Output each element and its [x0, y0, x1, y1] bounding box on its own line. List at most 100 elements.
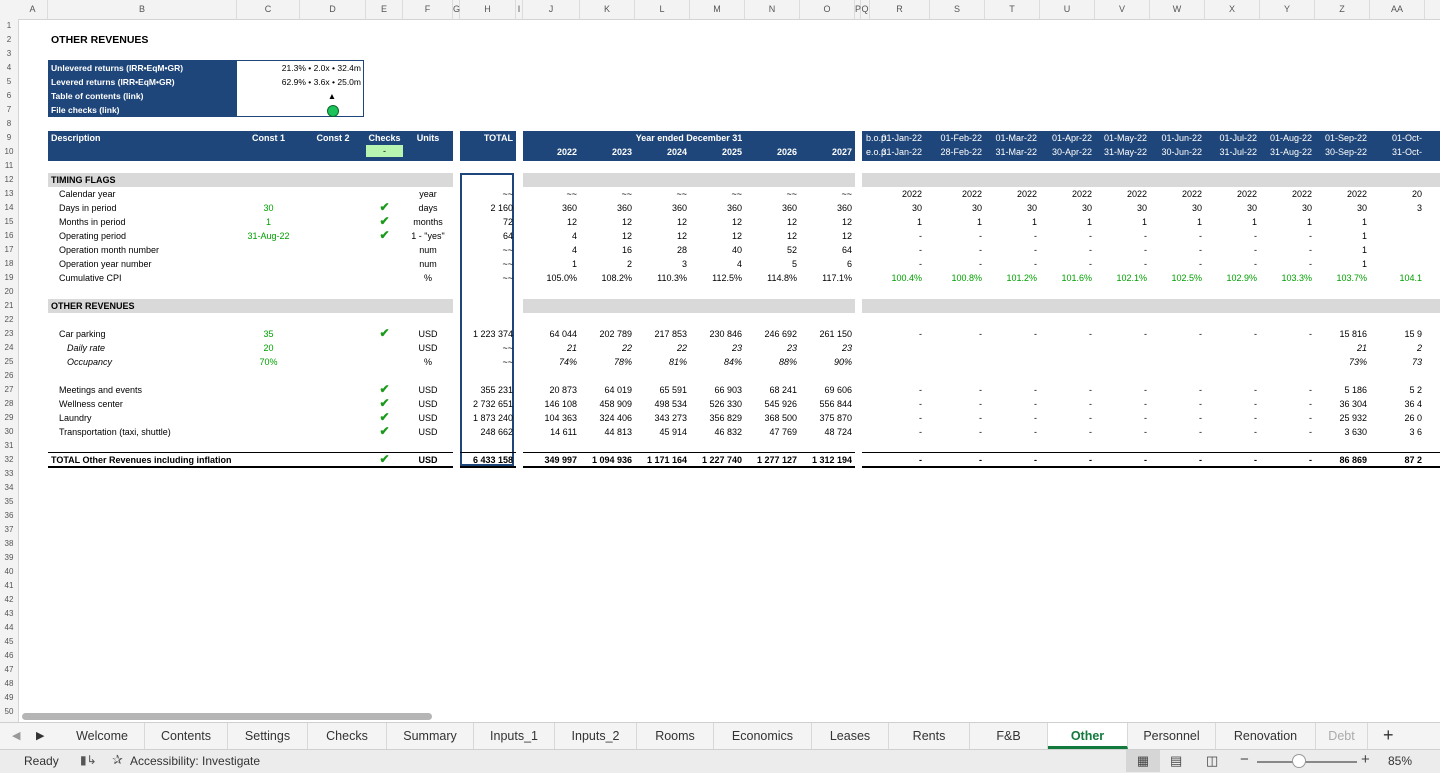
column-header-W[interactable]: W [1150, 0, 1205, 19]
column-header-L[interactable]: L [635, 0, 690, 19]
row-header-4[interactable]: 4 [0, 61, 18, 75]
month-cell[interactable]: - [1260, 327, 1312, 341]
month-cell[interactable]: 15 816 [1315, 327, 1367, 341]
tab-personnel[interactable]: Personnel [1128, 723, 1216, 749]
month-cell[interactable]: 5 186 [1315, 383, 1367, 397]
month-cell[interactable]: - [870, 397, 922, 411]
year-cell[interactable]: 4 [523, 229, 577, 243]
const1-input[interactable]: 35 [237, 327, 300, 341]
year-cell[interactable]: ~~ [523, 187, 577, 201]
row-header-31[interactable]: 31 [0, 439, 18, 453]
month-cell[interactable]: 1 [1315, 257, 1367, 271]
year-cell[interactable]: 556 844 [800, 397, 852, 411]
const1-input[interactable]: 20 [237, 341, 300, 355]
month-cell[interactable]: 2022 [1260, 187, 1312, 201]
year-cell[interactable]: 20 873 [523, 383, 577, 397]
tab-debt[interactable]: Debt [1316, 723, 1368, 749]
year-cell[interactable]: 6 [800, 257, 852, 271]
column-header-A[interactable]: A [18, 0, 48, 19]
total-cell[interactable]: ~~ [460, 341, 513, 355]
year-cell[interactable]: 12 [523, 215, 577, 229]
month-cell[interactable]: 1 [1040, 215, 1092, 229]
year-cell[interactable]: 375 870 [800, 411, 852, 425]
row-header-28[interactable]: 28 [0, 397, 18, 411]
month-cell[interactable]: - [1205, 257, 1257, 271]
year-cell[interactable]: 356 829 [690, 411, 742, 425]
month-cell[interactable]: - [985, 243, 1037, 257]
month-cell[interactable]: - [930, 229, 982, 243]
month-cell[interactable] [1370, 229, 1422, 243]
row-header-17[interactable]: 17 [0, 243, 18, 257]
year-cell[interactable]: 230 846 [690, 327, 742, 341]
year-cell[interactable]: 40 [690, 243, 742, 257]
month-cell[interactable]: - [1095, 257, 1147, 271]
total-cell[interactable]: 2 160 [460, 201, 513, 215]
month-cell[interactable]: 102.5% [1150, 271, 1202, 285]
checks-status-cell[interactable]: - [366, 145, 403, 157]
month-cell[interactable]: 15 9 [1370, 327, 1422, 341]
year-cell[interactable]: 48 724 [800, 425, 852, 439]
month-cell[interactable] [1150, 341, 1202, 355]
month-cell[interactable]: - [1260, 453, 1312, 467]
year-cell[interactable]: 1 277 127 [745, 453, 797, 467]
month-cell[interactable]: 2022 [930, 187, 982, 201]
month-cell[interactable] [1095, 341, 1147, 355]
year-cell[interactable]: 4 [690, 257, 742, 271]
tab-other[interactable]: Other [1048, 723, 1128, 749]
tab-inputs-2[interactable]: Inputs_2 [555, 723, 637, 749]
month-cell[interactable] [985, 341, 1037, 355]
month-cell[interactable] [1370, 215, 1422, 229]
total-cell[interactable]: ~~ [460, 187, 513, 201]
year-cell[interactable]: 2 [580, 257, 632, 271]
month-cell[interactable]: 1 [1205, 215, 1257, 229]
month-cell[interactable]: 1 [1150, 215, 1202, 229]
month-cell[interactable]: 104.1 [1370, 271, 1422, 285]
month-cell[interactable]: 30 [1150, 201, 1202, 215]
year-cell[interactable]: 12 [635, 215, 687, 229]
month-cell[interactable]: - [870, 453, 922, 467]
row-header-49[interactable]: 49 [0, 691, 18, 705]
row-header-35[interactable]: 35 [0, 495, 18, 509]
month-cell[interactable]: 1 [870, 215, 922, 229]
year-cell[interactable]: 1 [523, 257, 577, 271]
month-cell[interactable]: - [1205, 243, 1257, 257]
month-cell[interactable]: 101.2% [985, 271, 1037, 285]
month-cell[interactable]: - [1205, 397, 1257, 411]
month-cell[interactable]: - [930, 243, 982, 257]
month-cell[interactable]: - [1095, 425, 1147, 439]
row-header-42[interactable]: 42 [0, 593, 18, 607]
tab-rents[interactable]: Rents [889, 723, 970, 749]
column-header-C[interactable]: C [237, 0, 300, 19]
year-cell[interactable]: 360 [523, 201, 577, 215]
month-cell[interactable]: 100.4% [870, 271, 922, 285]
year-cell[interactable]: 3 [635, 257, 687, 271]
year-cell[interactable]: 22 [635, 341, 687, 355]
year-cell[interactable]: 84% [690, 355, 742, 369]
row-header-10[interactable]: 10 [0, 145, 18, 159]
month-cell[interactable]: 100.8% [930, 271, 982, 285]
month-cell[interactable]: - [1205, 425, 1257, 439]
year-cell[interactable]: 117.1% [800, 271, 852, 285]
scroll-tabs-right-icon[interactable]: ▶ [36, 729, 44, 742]
month-cell[interactable]: 3 [1370, 201, 1422, 215]
year-cell[interactable]: 368 500 [745, 411, 797, 425]
month-cell[interactable]: - [1150, 453, 1202, 467]
month-cell[interactable]: - [1040, 397, 1092, 411]
month-cell[interactable]: - [930, 383, 982, 397]
row-header-8[interactable]: 8 [0, 117, 18, 131]
month-cell[interactable]: 73% [1315, 355, 1367, 369]
row-header-36[interactable]: 36 [0, 509, 18, 523]
column-header-G[interactable]: G [453, 0, 460, 19]
year-cell[interactable]: 1 227 740 [690, 453, 742, 467]
row-header-50[interactable]: 50 [0, 705, 18, 719]
month-cell[interactable]: 1 [930, 215, 982, 229]
year-cell[interactable]: 360 [800, 201, 852, 215]
month-cell[interactable]: - [930, 397, 982, 411]
column-header-U[interactable]: U [1040, 0, 1095, 19]
month-cell[interactable]: 1 [1260, 215, 1312, 229]
year-cell[interactable]: 52 [745, 243, 797, 257]
month-cell[interactable]: - [870, 383, 922, 397]
month-cell[interactable]: 1 [1315, 215, 1367, 229]
month-cell[interactable]: - [930, 257, 982, 271]
row-header-41[interactable]: 41 [0, 579, 18, 593]
